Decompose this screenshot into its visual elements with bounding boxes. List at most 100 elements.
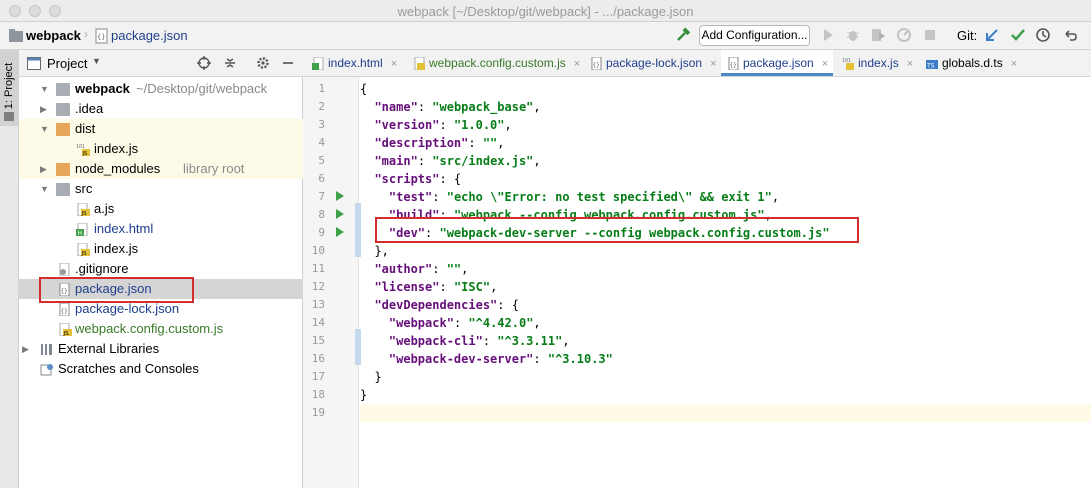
- tree-item-label: webpack.config.custom.js: [75, 321, 224, 336]
- code-line[interactable]: "name": "webpack_base",: [360, 98, 1091, 116]
- line-number[interactable]: 9: [303, 224, 325, 242]
- add-configuration-button[interactable]: Add Configuration...: [699, 25, 810, 46]
- code-line[interactable]: "scripts": {: [360, 170, 1091, 188]
- run-with-coverage-icon[interactable]: [870, 27, 886, 43]
- hide-panel-icon[interactable]: [281, 56, 295, 70]
- close-tab-icon[interactable]: ×: [710, 58, 716, 70]
- json-key: "test": [388, 190, 433, 204]
- code-line[interactable]: },: [360, 242, 1091, 260]
- code-line[interactable]: "version": "1.0.0",: [360, 116, 1091, 134]
- tree-item-dist-index-js[interactable]: 101 JS index.js: [19, 139, 303, 159]
- line-number[interactable]: 13: [303, 296, 325, 314]
- build-hammer-icon[interactable]: [675, 27, 691, 43]
- code-line[interactable]: "test": "echo \"Error: no test specified…: [360, 188, 1091, 206]
- code-line[interactable]: "author": "",: [360, 260, 1091, 278]
- expanded-arrow-icon[interactable]: ▼: [40, 79, 49, 99]
- breadcrumb-file[interactable]: package.json: [111, 28, 188, 43]
- tree-item-external-libraries[interactable]: ▶ External Libraries: [19, 339, 303, 359]
- collapsed-arrow-icon[interactable]: ▶: [22, 339, 29, 359]
- code-line[interactable]: "main": "src/index.js",: [360, 152, 1091, 170]
- close-tab-icon[interactable]: ×: [822, 58, 828, 70]
- code-line[interactable]: "devDependencies": {: [360, 296, 1091, 314]
- close-tab-icon[interactable]: ×: [391, 58, 397, 70]
- tab-package-lock-json[interactable]: {} package-lock.json ×: [584, 50, 717, 76]
- code-line[interactable]: "webpack-cli": "^3.3.11",: [360, 332, 1091, 350]
- rollback-icon[interactable]: [1062, 27, 1078, 43]
- code-line[interactable]: "description": "",: [360, 134, 1091, 152]
- code-line[interactable]: [360, 404, 1091, 422]
- profile-icon[interactable]: [896, 27, 912, 43]
- tree-item-gitignore[interactable]: .gitignore: [19, 259, 303, 279]
- debug-icon[interactable]: [845, 27, 861, 43]
- line-number[interactable]: 14: [303, 314, 325, 332]
- code-line[interactable]: "license": "ISC",: [360, 278, 1091, 296]
- line-number[interactable]: 19: [303, 404, 325, 422]
- tree-item-webpack-root[interactable]: ▼ webpack ~/Desktop/git/webpack: [19, 79, 303, 99]
- tree-item-idea[interactable]: ▶ .idea: [19, 99, 303, 119]
- tab-package-json[interactable]: {} package.json ×: [721, 50, 833, 76]
- line-number[interactable]: 15: [303, 332, 325, 350]
- json-punctuation: [360, 262, 374, 276]
- line-number[interactable]: 1: [303, 80, 325, 98]
- tree-item-webpack-config-custom-js[interactable]: JS webpack.config.custom.js: [19, 319, 303, 339]
- line-number[interactable]: 10: [303, 242, 325, 260]
- json-punctuation: [360, 352, 389, 366]
- project-view-label[interactable]: Project: [47, 56, 87, 71]
- tree-item-src[interactable]: ▼ src: [19, 179, 303, 199]
- run-script-build-icon[interactable]: [336, 209, 344, 219]
- tree-item-path: ~/Desktop/git/webpack: [136, 81, 268, 96]
- line-number[interactable]: 4: [303, 134, 325, 152]
- collapse-all-icon[interactable]: [223, 56, 237, 70]
- code-line[interactable]: "webpack-dev-server": "^3.10.3": [360, 350, 1091, 368]
- expanded-arrow-icon[interactable]: ▼: [40, 119, 49, 139]
- run-script-dev-icon[interactable]: [336, 227, 344, 237]
- settings-gear-icon[interactable]: [256, 56, 270, 70]
- history-clock-icon[interactable]: [1035, 27, 1051, 43]
- git-update-icon[interactable]: [984, 27, 1000, 43]
- tree-item-dist[interactable]: ▼ dist: [19, 119, 303, 139]
- line-number[interactable]: 16: [303, 350, 325, 368]
- collapsed-arrow-icon[interactable]: ▶: [40, 159, 47, 179]
- close-tab-icon[interactable]: ×: [907, 58, 913, 70]
- line-number[interactable]: 17: [303, 368, 325, 386]
- line-number[interactable]: 6: [303, 170, 325, 188]
- line-number[interactable]: 12: [303, 278, 325, 296]
- code-line[interactable]: {: [360, 80, 1091, 98]
- tree-item-src-index-js[interactable]: JS index.js: [19, 239, 303, 259]
- line-number[interactable]: 11: [303, 260, 325, 278]
- tree-item-scratches-and-consoles[interactable]: Scratches and Consoles: [19, 359, 303, 379]
- run-script-test-icon[interactable]: [336, 191, 344, 201]
- scratches-icon: [40, 364, 53, 376]
- collapsed-arrow-icon[interactable]: ▶: [40, 99, 47, 119]
- line-number[interactable]: 8: [303, 206, 325, 224]
- code-editor[interactable]: { "name": "webpack_base", "version": "1.…: [360, 77, 1091, 488]
- expanded-arrow-icon[interactable]: ▼: [40, 179, 49, 199]
- line-number[interactable]: 5: [303, 152, 325, 170]
- tab-index-js[interactable]: 101 index.js ×: [836, 50, 920, 76]
- tab-index-html[interactable]: index.html ×: [306, 50, 407, 76]
- line-number[interactable]: 3: [303, 116, 325, 134]
- tree-item-a-js[interactable]: JS a.js: [19, 199, 303, 219]
- stop-icon[interactable]: [922, 27, 938, 43]
- git-commit-icon[interactable]: [1010, 27, 1026, 43]
- line-number[interactable]: 2: [303, 98, 325, 116]
- close-tab-icon[interactable]: ×: [574, 58, 580, 70]
- json-punctuation: [360, 190, 389, 204]
- line-number[interactable]: 7: [303, 188, 325, 206]
- close-tab-icon[interactable]: ×: [1011, 58, 1017, 70]
- json-punctuation: [360, 118, 374, 132]
- line-number[interactable]: 18: [303, 386, 325, 404]
- annotation-highlight-box: [39, 277, 194, 303]
- locate-file-icon[interactable]: [197, 56, 211, 70]
- code-line[interactable]: }: [360, 368, 1091, 386]
- view-selector-chevron-icon[interactable]: ▼: [92, 56, 101, 66]
- json-file-icon: {}: [591, 57, 602, 70]
- tab-globals-d-ts[interactable]: TS globals.d.ts ×: [920, 50, 1020, 76]
- run-icon[interactable]: [820, 27, 836, 43]
- tree-item-node-modules[interactable]: ▶ node_modules library root: [19, 159, 303, 179]
- tab-webpack-config-custom-js[interactable]: webpack.config.custom.js ×: [407, 50, 580, 76]
- code-line[interactable]: }: [360, 386, 1091, 404]
- code-line[interactable]: "webpack": "^4.42.0",: [360, 314, 1091, 332]
- tree-item-index-html[interactable]: H index.html: [19, 219, 303, 239]
- breadcrumb-project[interactable]: webpack: [26, 28, 81, 43]
